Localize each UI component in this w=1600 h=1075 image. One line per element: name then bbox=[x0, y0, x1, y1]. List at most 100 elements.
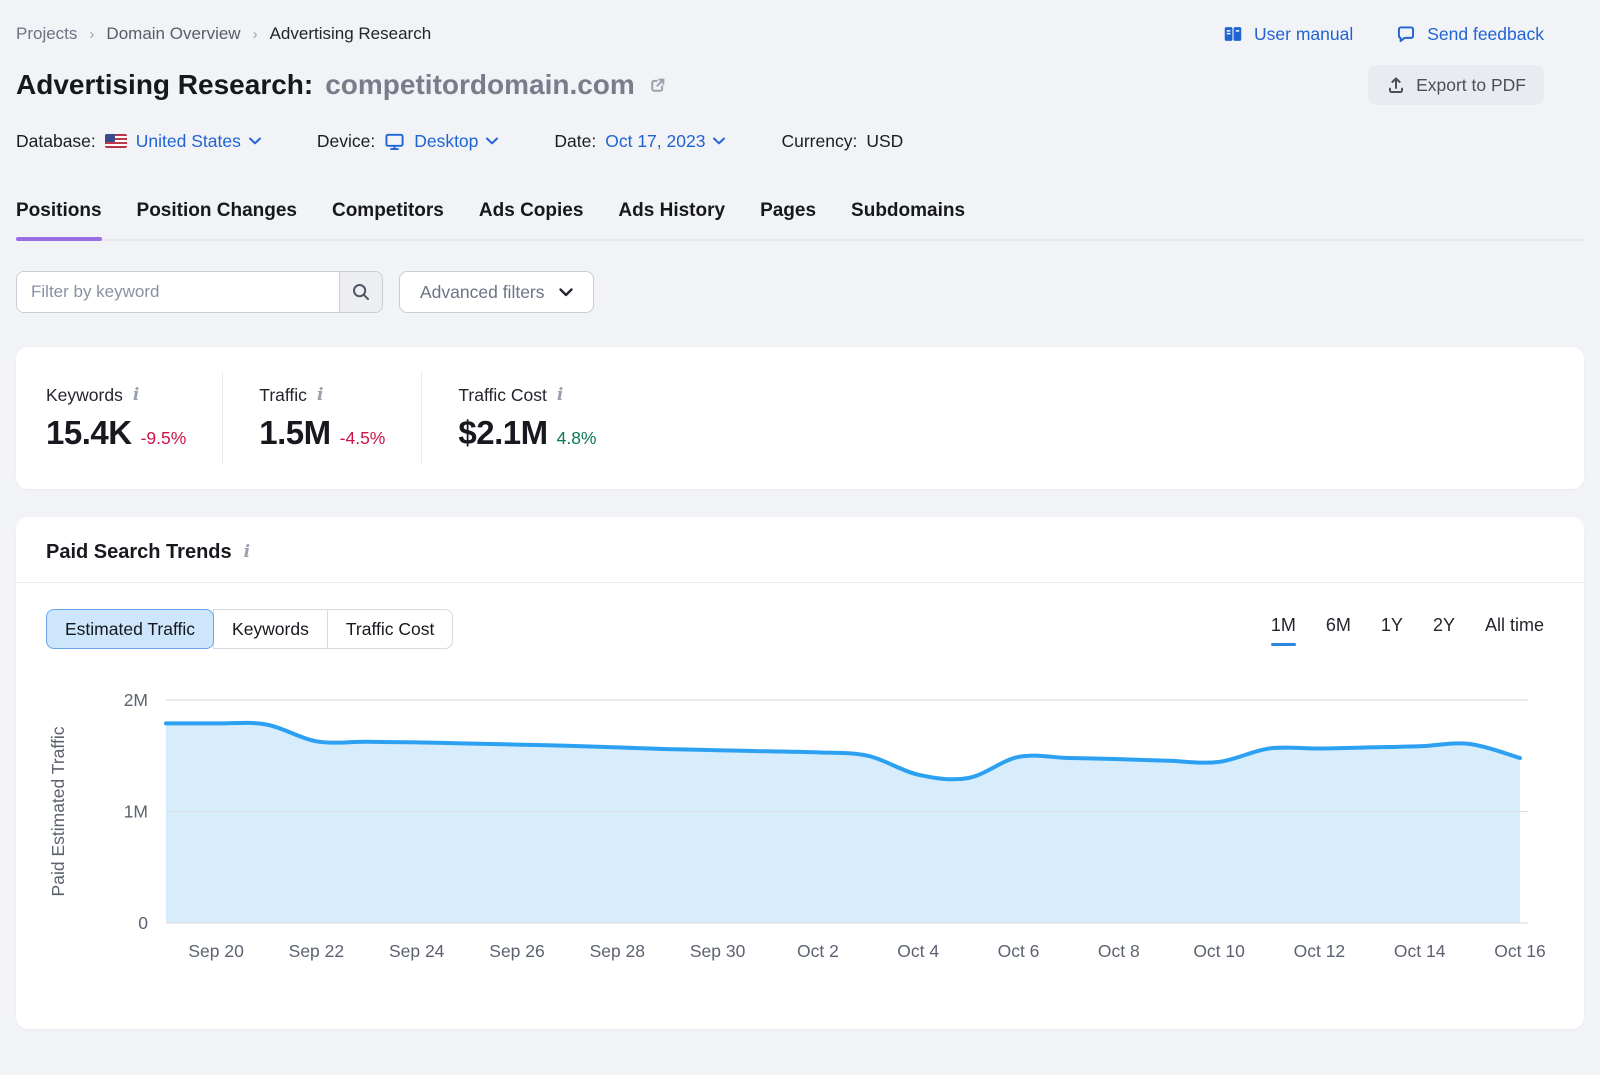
y-axis-title: Paid Estimated Traffic bbox=[48, 726, 68, 896]
keyword-search-group bbox=[16, 271, 383, 313]
period-6m[interactable]: 6M bbox=[1326, 615, 1351, 646]
tab-position-changes[interactable]: Position Changes bbox=[137, 194, 297, 239]
summary-metrics-card: Keywords i 15.4K -9.5% Traffic i 1.5M -4… bbox=[16, 347, 1584, 489]
report-filters-row: Database: United States Device: Desktop bbox=[16, 126, 1584, 156]
toggle-traffic-cost[interactable]: Traffic Cost bbox=[327, 609, 454, 649]
chevron-down-icon bbox=[249, 137, 261, 145]
traffic-cost-metric-value: $2.1M bbox=[458, 414, 547, 452]
search-button[interactable] bbox=[339, 272, 382, 312]
x-tick-label: Sep 20 bbox=[188, 941, 244, 961]
divider bbox=[421, 372, 422, 464]
device-select[interactable]: Desktop bbox=[414, 131, 498, 152]
breadcrumb-domain-overview[interactable]: Domain Overview bbox=[106, 24, 240, 44]
date-filter: Date: Oct 17, 2023 bbox=[554, 131, 725, 152]
traffic-cost-metric-label: Traffic Cost bbox=[458, 385, 547, 406]
chevron-right-icon: › bbox=[253, 26, 258, 43]
keywords-metric-label: Keywords bbox=[46, 385, 123, 406]
page-title-domain: competitordomain.com bbox=[325, 69, 635, 101]
x-tick-label: Oct 16 bbox=[1494, 941, 1546, 961]
tab-pages[interactable]: Pages bbox=[760, 194, 816, 239]
x-tick-label: Oct 2 bbox=[797, 941, 839, 961]
advanced-filters-button[interactable]: Advanced filters bbox=[399, 271, 594, 313]
x-tick-label: Sep 22 bbox=[289, 941, 344, 961]
breadcrumb: Projects › Domain Overview › Advertising… bbox=[16, 24, 431, 44]
chevron-down-icon bbox=[486, 137, 498, 145]
breadcrumb-projects[interactable]: Projects bbox=[16, 24, 77, 44]
chevron-right-icon: › bbox=[89, 26, 94, 43]
report-tabs: Positions Position Changes Competitors A… bbox=[16, 194, 1584, 241]
breadcrumb-advertising-research: Advertising Research bbox=[270, 24, 432, 44]
period-1m[interactable]: 1M bbox=[1271, 615, 1296, 646]
keywords-metric-change: -9.5% bbox=[141, 428, 187, 449]
device-value: Desktop bbox=[414, 131, 478, 152]
date-value: Oct 17, 2023 bbox=[605, 131, 705, 152]
advanced-filters-label: Advanced filters bbox=[420, 282, 545, 303]
tab-ads-history[interactable]: Ads History bbox=[618, 194, 725, 239]
y-tick-label: 0 bbox=[138, 913, 148, 933]
divider bbox=[222, 372, 223, 464]
user-manual-label: User manual bbox=[1254, 24, 1353, 45]
toggle-keywords[interactable]: Keywords bbox=[213, 609, 328, 649]
info-icon[interactable]: i bbox=[317, 387, 323, 404]
title-row: Advertising Research: competitordomain.c… bbox=[16, 61, 1584, 109]
traffic-metric-label: Traffic bbox=[259, 385, 307, 406]
keyword-filter-input[interactable] bbox=[17, 272, 339, 312]
trends-header: Paid Search Trends i bbox=[16, 517, 1584, 583]
tab-subdomains[interactable]: Subdomains bbox=[851, 194, 965, 239]
tab-ads-copies[interactable]: Ads Copies bbox=[479, 194, 584, 239]
date-select[interactable]: Oct 17, 2023 bbox=[605, 131, 725, 152]
chevron-down-icon bbox=[713, 137, 725, 145]
x-tick-label: Oct 12 bbox=[1294, 941, 1346, 961]
top-bar: Projects › Domain Overview › Advertising… bbox=[16, 20, 1584, 48]
tab-competitors[interactable]: Competitors bbox=[332, 194, 444, 239]
info-icon[interactable]: i bbox=[244, 544, 250, 561]
traffic-cost-metric-change: 4.8% bbox=[557, 428, 597, 449]
x-tick-label: Sep 28 bbox=[590, 941, 645, 961]
toggle-estimated-traffic[interactable]: Estimated Traffic bbox=[46, 609, 214, 649]
x-tick-label: Sep 30 bbox=[690, 941, 746, 961]
tab-positions[interactable]: Positions bbox=[16, 194, 102, 239]
search-icon bbox=[351, 282, 371, 302]
info-icon[interactable]: i bbox=[133, 387, 139, 404]
send-feedback-link[interactable]: Send feedback bbox=[1395, 23, 1544, 45]
database-select[interactable]: United States bbox=[136, 131, 261, 152]
period-all-time[interactable]: All time bbox=[1485, 615, 1544, 646]
us-flag-icon bbox=[105, 134, 127, 148]
x-tick-label: Sep 26 bbox=[489, 941, 544, 961]
keyword-filter-row: Advanced filters bbox=[16, 271, 1584, 313]
export-to-pdf-button[interactable]: Export to PDF bbox=[1368, 65, 1544, 105]
traffic-metric-value: 1.5M bbox=[259, 414, 330, 452]
currency-indicator: Currency: USD bbox=[781, 131, 903, 152]
chevron-down-icon bbox=[559, 288, 573, 297]
export-upload-icon bbox=[1386, 75, 1406, 95]
traffic-cost-metric: Traffic Cost i $2.1M 4.8% bbox=[458, 385, 596, 452]
traffic-metric-change: -4.5% bbox=[340, 428, 386, 449]
period-selector: 1M 6M 1Y 2Y All time bbox=[1271, 615, 1544, 646]
external-link-icon[interactable] bbox=[647, 75, 668, 96]
paid-search-trends-chart[interactable]: 0 1M 2M Sep 20 Sep 22 Sep 24 Sep 26 Sep 28 Sep 3… bbox=[16, 655, 1584, 987]
traffic-metric: Traffic i 1.5M -4.5% bbox=[259, 385, 385, 452]
trend-chart-svg: 0 1M 2M Sep 20 Sep 22 Sep 24 Sep 26 Sep 28 Sep 3… bbox=[16, 655, 1584, 987]
user-manual-link[interactable]: User manual bbox=[1222, 23, 1353, 45]
header-links: User manual Send feedback bbox=[1222, 23, 1544, 45]
keywords-metric-value: 15.4K bbox=[46, 414, 132, 452]
x-tick-label: Sep 24 bbox=[389, 941, 445, 961]
page-title-prefix: Advertising Research: bbox=[16, 69, 313, 101]
currency-label: Currency: bbox=[781, 131, 857, 152]
y-tick-label: 2M bbox=[124, 690, 148, 710]
y-tick-label: 1M bbox=[124, 802, 148, 822]
x-tick-label: Oct 8 bbox=[1098, 941, 1140, 961]
database-value: United States bbox=[136, 131, 241, 152]
advertising-research-page: Projects › Domain Overview › Advertising… bbox=[0, 20, 1600, 1029]
trends-controls: Estimated Traffic Keywords Traffic Cost … bbox=[16, 583, 1584, 649]
x-tick-label: Oct 4 bbox=[897, 941, 939, 961]
book-icon bbox=[1222, 23, 1244, 45]
desktop-icon bbox=[384, 132, 405, 151]
paid-search-trends-card: Paid Search Trends i Estimated Traffic K… bbox=[16, 517, 1584, 1029]
x-tick-label: Oct 6 bbox=[998, 941, 1040, 961]
date-label: Date: bbox=[554, 131, 596, 152]
info-icon[interactable]: i bbox=[557, 387, 563, 404]
period-2y[interactable]: 2Y bbox=[1433, 615, 1455, 646]
device-label: Device: bbox=[317, 131, 375, 152]
period-1y[interactable]: 1Y bbox=[1381, 615, 1403, 646]
